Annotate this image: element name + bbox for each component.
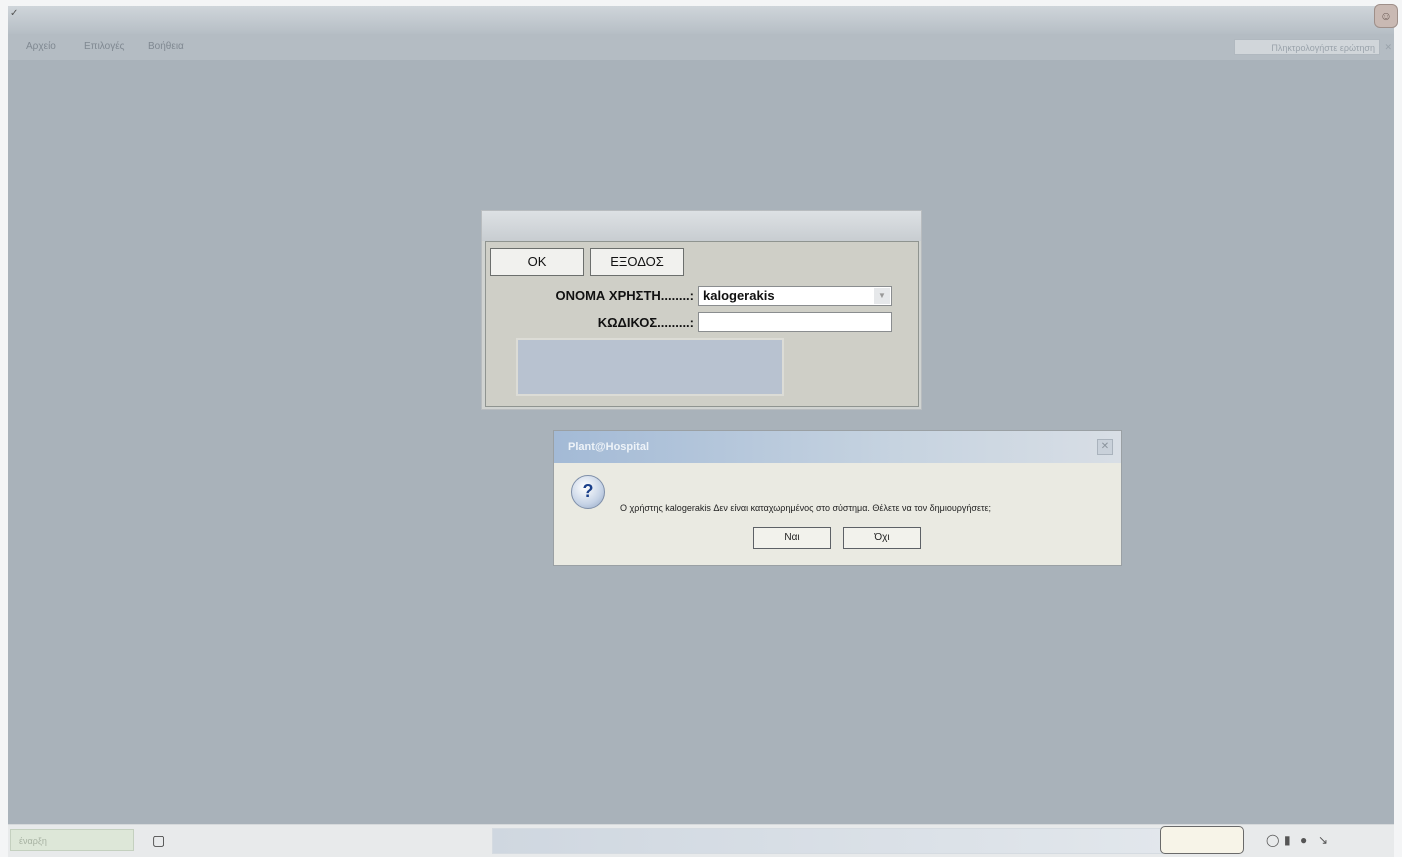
taskbar: έναρξη ▢ ◯ ▮ ● ↘ bbox=[8, 824, 1394, 857]
message-box-titlebar: Plant@Hospital ✕ bbox=[554, 431, 1121, 463]
yes-button[interactable]: Ναι bbox=[753, 527, 831, 549]
volume-icon[interactable]: ● bbox=[1300, 833, 1307, 847]
start-button[interactable]: έναρξη bbox=[10, 829, 134, 851]
username-label: ΟΝΟΜΑ ΧΡΗΣΤΗ........: bbox=[555, 288, 694, 303]
taskbar-app-button[interactable] bbox=[492, 828, 1172, 854]
network-icon[interactable]: ▮ bbox=[1284, 833, 1291, 847]
question-icon: ? bbox=[571, 475, 605, 509]
login-dialog-titlebar bbox=[482, 211, 921, 241]
application-window: ✓ ☺ Αρχείο Επιλογές Βοήθεια Πληκτρολογήσ… bbox=[8, 4, 1398, 824]
message-text: Ο χρήστης kalogerakis Δεν είναι καταχωρη… bbox=[620, 503, 992, 513]
message-box: Plant@Hospital ✕ ? Ο χρήστης kalogerakis… bbox=[553, 430, 1122, 566]
ok-button[interactable]: OK bbox=[490, 248, 584, 276]
password-field[interactable] bbox=[698, 312, 892, 332]
chevron-down-icon[interactable]: ▼ bbox=[874, 288, 890, 304]
username-field[interactable]: kalogerakis ▼ bbox=[698, 286, 892, 306]
no-button[interactable]: Όχι bbox=[843, 527, 921, 549]
menu-options[interactable]: Επιλογές bbox=[84, 41, 124, 52]
language-indicator[interactable] bbox=[1160, 826, 1244, 854]
menu-help[interactable]: Βοήθεια bbox=[148, 41, 184, 52]
assistant-icon[interactable]: ☺ bbox=[1374, 4, 1398, 28]
help-question-field[interactable]: Πληκτρολογήστε ερώτηση bbox=[1234, 39, 1380, 55]
menu-file[interactable]: Αρχείο bbox=[26, 41, 56, 52]
menu-bar: Αρχείο Επιλογές Βοήθεια Πληκτρολογήστε ε… bbox=[8, 34, 1394, 60]
password-label: ΚΩΔΙΚΟΣ.........: bbox=[597, 315, 694, 330]
username-value: kalogerakis bbox=[703, 288, 775, 303]
title-bar: ✓ ☺ bbox=[8, 4, 1398, 34]
login-dialog: OK ΕΞΟΔΟΣ ΟΝΟΜΑ ΧΡΗΣΤΗ........: kalogera… bbox=[481, 210, 922, 410]
folder-icon[interactable]: ▢ bbox=[152, 832, 165, 849]
circle-icon[interactable]: ◯ bbox=[1266, 833, 1279, 847]
login-form: OK ΕΞΟΔΟΣ ΟΝΟΜΑ ΧΡΗΣΤΗ........: kalogera… bbox=[485, 241, 919, 407]
exit-button[interactable]: ΕΞΟΔΟΣ bbox=[590, 248, 684, 276]
notice-text bbox=[516, 338, 784, 396]
close-icon[interactable]: ✕ bbox=[1384, 42, 1392, 53]
app-icon: ✓ bbox=[10, 8, 19, 19]
tray-icon[interactable]: ↘ bbox=[1318, 833, 1328, 847]
close-icon[interactable]: ✕ bbox=[1097, 439, 1113, 455]
message-box-title: Plant@Hospital bbox=[568, 441, 650, 453]
